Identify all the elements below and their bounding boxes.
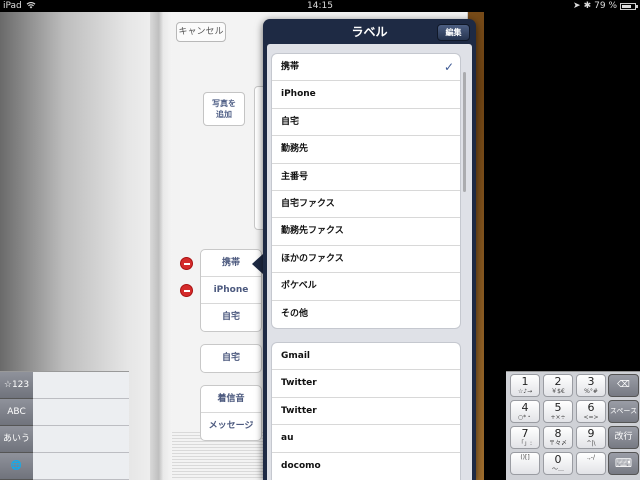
key-6[interactable]: 6 <=> (576, 400, 606, 423)
key-5[interactable]: 5 +×÷ (543, 400, 573, 423)
label-item-custom[interactable]: Twitter (272, 398, 460, 426)
label-item-other[interactable]: その他 (272, 301, 460, 328)
label-item-mobile[interactable]: 携帯 ✓ (272, 54, 460, 82)
add-photo-label-line2: 追加 (216, 110, 232, 119)
standard-label-list: 携帯 ✓ iPhone 自宅 勤務先 主番号 自宅ファクス 勤務先ファクス ほか… (271, 53, 461, 329)
key-1[interactable]: 1 ☆♪→ (510, 374, 540, 397)
key-0[interactable]: 0 〜… (543, 452, 573, 475)
label-item-custom[interactable]: Twitter (272, 370, 460, 398)
abc-key[interactable]: ABC (0, 399, 33, 426)
custom-label-list: Gmail Twitter Twitter au docomo (271, 342, 461, 480)
email-label-home[interactable]: 自宅 (201, 345, 261, 372)
space-key[interactable]: スペース (608, 400, 639, 423)
candidate-cell (33, 453, 129, 480)
label-item-custom[interactable]: docomo (272, 453, 460, 480)
status-bar: iPad 14:15 ➤ ✱ 79 % (0, 0, 640, 12)
clock: 14:15 (307, 1, 333, 11)
symbols-key[interactable]: ☆123 (0, 372, 33, 399)
delete-phone-icon[interactable] (180, 284, 193, 297)
keyboard-right-half: 1 ☆♪→ 2 ￥$€ 3 %°# ⌫ 4 ○*・ 5 +×÷ 6 <=> スペース 7 「」… (506, 371, 640, 480)
keyboard-left-half: ☆123 ABC あいう 🌐 (0, 371, 129, 480)
kana-key[interactable]: あいう (0, 426, 33, 453)
return-key[interactable]: 改行 (608, 426, 639, 449)
popover-scrollbar[interactable] (463, 72, 466, 192)
label-item-other-fax[interactable]: ほかのファクス (272, 246, 460, 274)
location-icon: ➤ (573, 1, 581, 11)
phone-label-home[interactable]: 自宅 (201, 304, 261, 331)
add-photo-button[interactable]: 写真を 追加 (203, 92, 245, 126)
cancel-button[interactable]: キャンセル (176, 22, 226, 42)
key-8[interactable]: 8 〒々〆 (543, 426, 573, 449)
edit-button[interactable]: 編集 (437, 24, 470, 41)
bluetooth-icon: ✱ (583, 1, 592, 11)
label-text: 携帯 (281, 62, 300, 72)
key-7[interactable]: 7 「」: (510, 426, 540, 449)
label-item-iphone[interactable]: iPhone (272, 81, 460, 109)
add-photo-label-line1: 写真を (212, 99, 236, 108)
battery-percent: 79 % (594, 1, 617, 11)
label-item-pager[interactable]: ポケベル (272, 273, 460, 301)
key-4[interactable]: 4 ○*・ (510, 400, 540, 423)
candidate-cell (33, 426, 129, 453)
popover-arrow (252, 254, 263, 274)
key-brackets[interactable]: ()[] (510, 452, 540, 475)
key-2[interactable]: 2 ￥$€ (543, 374, 573, 397)
checkmark-icon: ✓ (443, 60, 454, 74)
label-item-main[interactable]: 主番号 (272, 164, 460, 191)
email-field-group: 自宅 (200, 344, 262, 373)
label-item-custom[interactable]: au (272, 425, 460, 453)
label-item-custom[interactable]: Gmail (272, 343, 460, 371)
label-item-home[interactable]: 自宅 (272, 109, 460, 137)
ringtone-label[interactable]: 着信音 (201, 386, 261, 413)
key-punctuation[interactable]: .,-/ (576, 452, 606, 475)
book-binding (150, 12, 172, 480)
label-item-work-fax[interactable]: 勤務先ファクス (272, 218, 460, 246)
candidate-cell (33, 372, 129, 399)
label-item-home-fax[interactable]: 自宅ファクス (272, 191, 460, 219)
battery-icon (620, 2, 638, 10)
globe-icon[interactable]: 🌐 (0, 453, 33, 480)
delete-phone-icon[interactable] (180, 257, 193, 270)
key-3[interactable]: 3 %°# (576, 374, 606, 397)
delete-icon[interactable]: ⌫ (608, 374, 639, 397)
label-item-work[interactable]: 勤務先 (272, 136, 460, 164)
candidate-cell (33, 399, 129, 426)
key-9[interactable]: 9 ^|\ (576, 426, 606, 449)
message-tone-label[interactable]: メッセージ (201, 413, 261, 440)
keyboard-hide-icon[interactable]: ⌨ (608, 452, 639, 475)
phone-label-iphone[interactable]: iPhone (201, 277, 261, 304)
tone-field-group: 着信音 メッセージ (200, 385, 262, 441)
